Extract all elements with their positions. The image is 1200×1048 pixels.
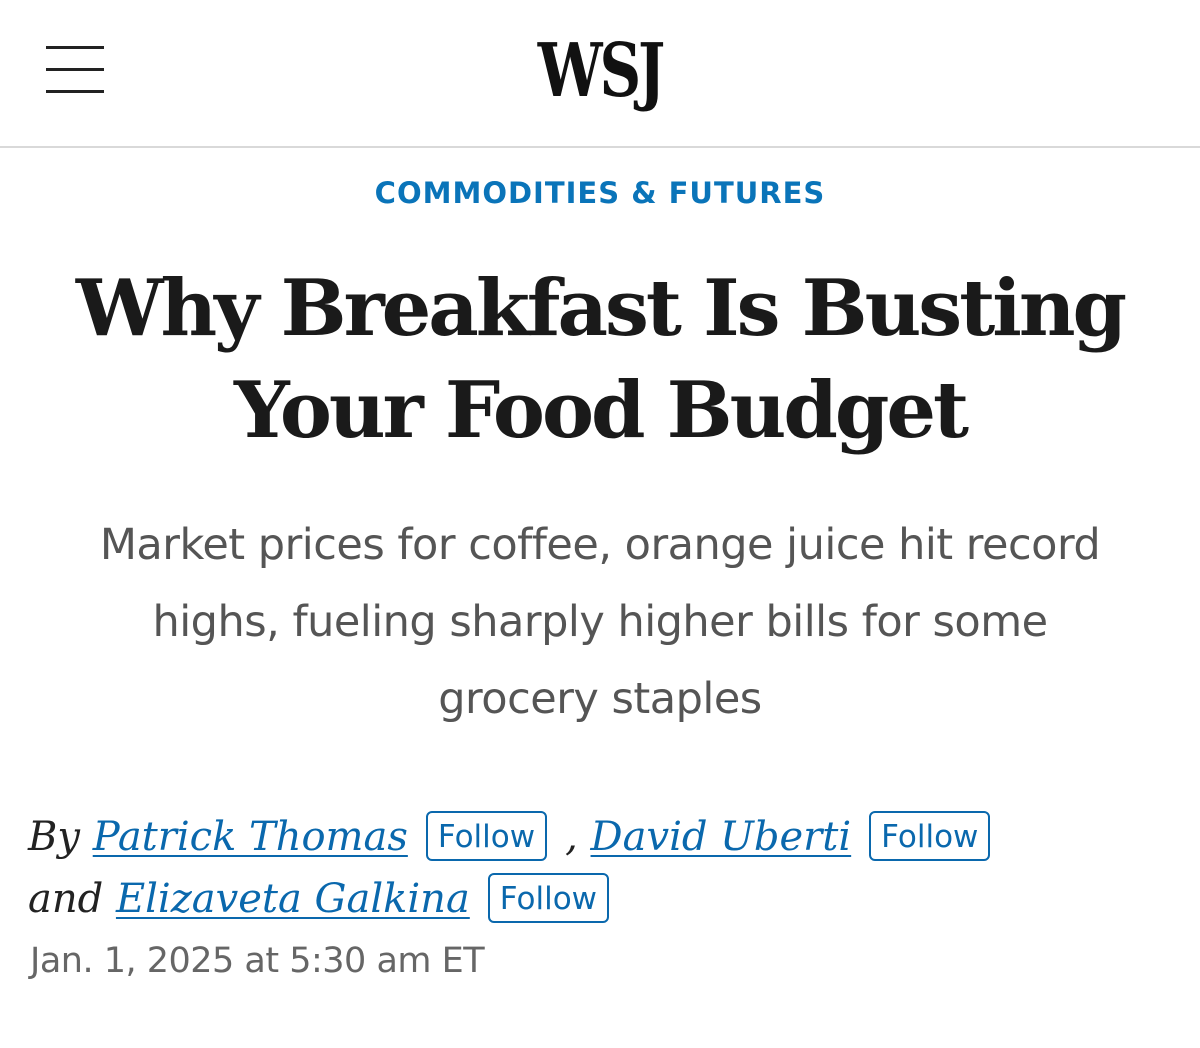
menu-line — [46, 46, 104, 49]
section-label[interactable]: COMMODITIES & FUTURES — [0, 173, 1200, 213]
article-headline: Why Breakfast Is Busting Your Food Budge… — [20, 258, 1180, 462]
follow-button-elizaveta-galkina[interactable]: Follow — [487, 873, 610, 923]
byline-prefix: By — [28, 814, 80, 860]
author-link-elizaveta-galkina[interactable]: Elizaveta Galkina — [116, 876, 470, 922]
follow-button-patrick-thomas[interactable]: Follow — [425, 811, 548, 861]
author-link-david-uberti[interactable]: David Uberti — [591, 814, 852, 860]
dek-line-2: highs, fueling sharply higher bills for … — [152, 597, 1048, 647]
article-dek: Market prices for coffee, orange juice h… — [20, 507, 1180, 738]
byline: By Patrick Thomas Follow, David Uberti Fol… — [28, 806, 1178, 930]
menu-line — [46, 90, 104, 93]
follow-button-david-uberti[interactable]: Follow — [869, 811, 991, 861]
menu-line — [46, 68, 104, 71]
headline-line-1: Why Breakfast Is Busting — [75, 263, 1127, 354]
publish-timestamp: Jan. 1, 2025 at 5:30 am ET — [30, 941, 485, 981]
hamburger-menu-icon[interactable] — [46, 46, 104, 94]
top-navigation-bar: WSJ — [0, 0, 1200, 148]
wsj-logo[interactable]: WSJ — [132, 34, 1068, 108]
dek-line-3: grocery staples — [438, 674, 762, 724]
byline-and: and — [28, 876, 104, 922]
author-link-patrick-thomas[interactable]: Patrick Thomas — [93, 814, 408, 860]
dek-line-1: Market prices for coffee, orange juice h… — [99, 520, 1101, 570]
byline-comma: , — [565, 814, 578, 860]
headline-line-2: Your Food Budget — [233, 365, 969, 456]
